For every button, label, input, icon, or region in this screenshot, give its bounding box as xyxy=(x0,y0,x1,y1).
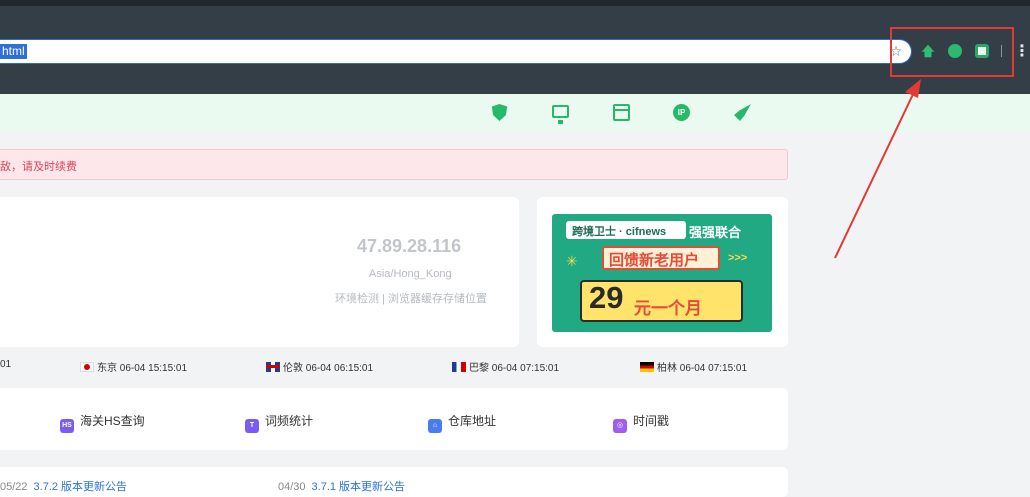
ip-icon[interactable]: IP xyxy=(673,104,690,121)
tab-bar xyxy=(0,6,1030,34)
renewal-alert xyxy=(0,149,788,180)
germany-flag-icon xyxy=(640,362,654,372)
clock-item-tokyo: 东京 06-04 15:15:01 xyxy=(80,359,187,374)
news-date: 05/22 xyxy=(0,481,28,493)
sun-icon: ✳ xyxy=(566,253,578,269)
clock-label: 柏林 06-04 07:15:01 xyxy=(657,363,748,374)
ad-brand: 跨境卫士 · cifnews xyxy=(572,226,667,238)
address-bar[interactable] xyxy=(0,39,912,64)
world-clock-row: 01 东京 06-04 15:15:01 伦敦 06-04 06:15:01 巴… xyxy=(0,359,790,375)
monitor-icon[interactable] xyxy=(552,105,569,124)
tool-label: 仓库地址 xyxy=(448,414,497,428)
home-icon: ⌂ xyxy=(428,419,442,433)
ip-timezone: Asia/Hong_Kong xyxy=(369,268,452,280)
clock-label: 伦敦 06-04 06:15:01 xyxy=(283,363,374,374)
ad-price-number: 29 xyxy=(589,280,624,315)
clock-item-berlin: 柏林 06-04 07:15:01 xyxy=(640,359,747,374)
france-flag-icon xyxy=(452,362,466,372)
tool-hs-query[interactable]: HS 海关HS查询 xyxy=(60,412,145,433)
tool-timestamp[interactable]: ◎ 时间戳 xyxy=(613,412,669,433)
ip-address: 47.89.28.116 xyxy=(357,236,462,256)
annotation-highlight-box xyxy=(890,27,1014,77)
hs-icon: HS xyxy=(60,419,74,433)
alert-text: 敌，请及时续费 xyxy=(0,161,77,173)
clock-label: 01 xyxy=(0,359,12,370)
clock-icon: ◎ xyxy=(613,419,627,433)
top-nav-bar xyxy=(0,94,1030,132)
ip-links[interactable]: 环境检测 | 浏览器缓存存储位置 xyxy=(335,290,487,306)
clock-label: 巴黎 06-04 07:15:01 xyxy=(469,363,560,374)
clock-item: 01 xyxy=(0,359,11,370)
tool-label: 海关HS查询 xyxy=(80,414,145,428)
tool-label: 时间戳 xyxy=(633,414,670,428)
browser-window-icon[interactable] xyxy=(613,104,630,121)
tool-warehouse-address[interactable]: ⌂ 仓库地址 xyxy=(428,412,496,433)
news-item[interactable]: 04/30 3.7.1 版本更新公告 xyxy=(278,478,405,494)
text-icon: T xyxy=(245,419,259,433)
url-selected-text[interactable]: html xyxy=(0,44,27,59)
ad-slogan: 强强联合 xyxy=(689,225,742,240)
arrows-icon: >>> xyxy=(728,252,748,264)
news-date: 04/30 xyxy=(278,481,306,493)
japan-flag-icon xyxy=(80,362,94,372)
news-title[interactable]: 3.7.1 版本更新公告 xyxy=(312,481,406,493)
clock-item-london: 伦敦 06-04 06:15:01 xyxy=(266,359,373,374)
ad-banner-text: 回馈新老用户 xyxy=(609,252,700,269)
ad-price-text: 元一个月 xyxy=(634,299,702,318)
tool-label: 词频统计 xyxy=(265,414,314,428)
tool-word-frequency[interactable]: T 词频统计 xyxy=(245,412,313,433)
clock-label: 东京 06-04 15:15:01 xyxy=(97,363,188,374)
news-item[interactable]: 05/22 3.7.2 版本更新公告 xyxy=(0,478,127,494)
clock-item-paris: 巴黎 06-04 07:15:01 xyxy=(452,359,559,374)
more-vert-icon[interactable]: ⋮ xyxy=(1014,42,1030,62)
news-title[interactable]: 3.7.2 版本更新公告 xyxy=(34,481,128,493)
uk-flag-icon xyxy=(266,362,280,372)
